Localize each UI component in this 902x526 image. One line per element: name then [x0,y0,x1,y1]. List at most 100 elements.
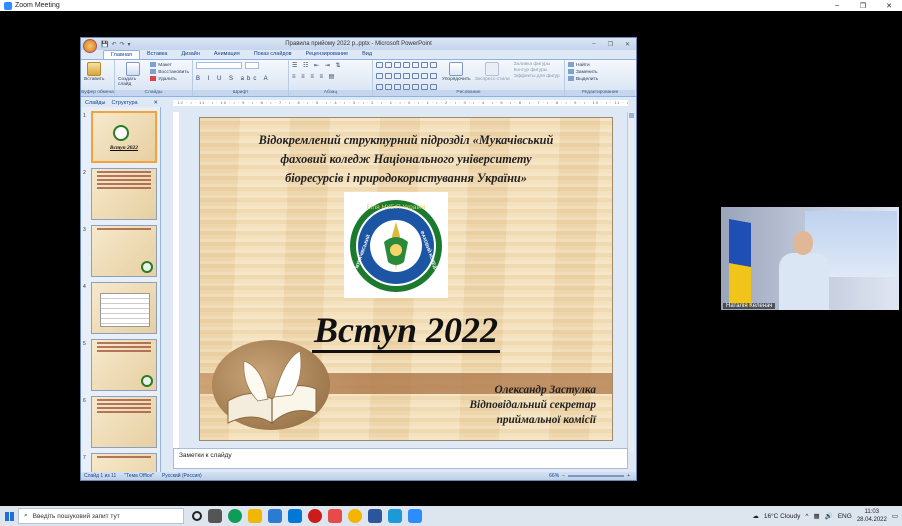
tab-home[interactable]: Главная [103,50,140,59]
participant-video[interactable]: Наталія Келенач [721,207,899,310]
thumb-number: 4 [83,284,86,290]
search-icon: ⌕ [24,512,28,519]
tab-review[interactable]: Рецензирование [299,50,355,59]
ppt-status-bar: Слайд 1 из 11 "Тема Office" Русский (Рос… [81,472,636,480]
slide-thumb-5[interactable] [91,339,157,391]
reset-button[interactable]: Восстановить [150,68,189,76]
slide-canvas[interactable]: Відокремлений структурний підрозділ «Мук… [199,117,613,441]
close-button[interactable]: ✕ [876,2,902,10]
thumb-title: Вступ 2022 [109,145,139,151]
college-logo: Біля НУБіП України МУКАЧІВСЬКИЙ ФАХОВИЙ … [344,192,448,298]
ppt-main-area: Слайды Структура ✕ Вступ 2022 1 2 3 4 5 … [81,98,636,472]
ppt-titlebar: 💾 ↶ ↷ ▾ Правила прийому 2022 р..pptx - M… [81,38,636,53]
mail-icon[interactable] [288,509,302,523]
weather-text[interactable]: 16°C Cloudy [764,513,801,520]
tab-insert[interactable]: Вставка [140,50,174,59]
thumb-number: 7 [83,455,86,461]
quick-access-toolbar: 💾 ↶ ↷ ▾ [101,41,131,48]
zoom-control: 66% − + [549,473,630,479]
pane-close-icon[interactable]: ✕ [153,100,158,106]
zoom-titlebar: Zoom Meeting – ❐ ✕ [0,0,902,11]
maximize-button[interactable]: ❐ [850,2,876,10]
slide-title-text: Вступ 2022 [311,310,501,353]
office-button[interactable] [83,39,97,53]
tab-view[interactable]: Вид [355,50,379,59]
slide-thumb-3[interactable] [91,225,157,277]
opera-icon[interactable] [308,509,322,523]
theme-name: "Тема Office" [124,473,154,479]
slide-thumb-6[interactable] [91,396,157,448]
volume-icon[interactable]: 🔊 [825,512,833,520]
undo-icon[interactable]: ↶ [111,41,116,48]
list-buttons[interactable]: ☰ ☷ ⇤ ⇥ ⇅ [292,62,369,69]
store-icon[interactable] [268,509,282,523]
language-status[interactable]: Русский (Россия) [162,473,202,479]
zoom-in-icon[interactable]: + [627,473,630,479]
align-buttons[interactable]: ≡ ≡ ≡ ≡ ▤ [292,73,369,80]
layout-button[interactable]: Макет [150,62,189,69]
windows-icon [4,511,14,521]
ppt-minimize-button[interactable]: – [592,41,595,48]
ribbon: Вставить Буфер обмена Создать слайд Маке… [81,59,636,97]
replace-button[interactable]: Заменить [568,68,632,76]
thumb-number: 2 [83,170,86,176]
tab-animation[interactable]: Анимация [207,50,247,59]
delete-icon [150,75,157,81]
layout-icon [150,62,157,67]
paste-button[interactable]: Вставить [84,62,104,82]
font-format-buttons[interactable]: B I U S abc A [196,76,285,82]
customize-qat-icon[interactable]: ▾ [128,41,131,48]
chrome-icon[interactable] [348,509,362,523]
tab-outline[interactable]: Структура [111,100,137,106]
delete-slide-button[interactable]: Удалить [150,75,189,83]
app-red-icon[interactable] [328,509,342,523]
replace-label: Заменить [576,69,598,75]
font-size-box[interactable] [244,62,259,69]
slide-thumb-7[interactable] [91,453,157,472]
start-button[interactable] [0,506,18,526]
file-explorer-icon[interactable] [248,509,262,523]
notes-pane[interactable]: Заметки к слайду [173,448,628,469]
tab-design[interactable]: Дизайн [174,50,207,59]
tab-slideshow[interactable]: Показ слайдов [247,50,299,59]
drawing-group-label: Рисование [373,90,564,96]
slide-thumb-4[interactable] [91,282,157,334]
taskbar-search[interactable]: ⌕ Введіть пошуковий запит тут [18,508,184,524]
redo-icon[interactable]: ↷ [120,41,125,48]
slide-thumb-2[interactable] [91,168,157,220]
word-icon[interactable] [368,509,382,523]
tab-slides[interactable]: Слайды [85,100,105,106]
slide-thumb-1[interactable]: Вступ 2022 [91,111,157,163]
clock[interactable]: 11:03 28.04.2022 [857,508,887,524]
font-name-box[interactable] [196,62,242,69]
zoom-app-icon [4,1,12,10]
cortana-icon[interactable] [192,511,202,521]
zoom-level[interactable]: 66% [549,473,559,479]
zoom-out-icon[interactable]: − [562,473,565,479]
thumb-number: 3 [83,227,86,233]
select-button[interactable]: Выделить [568,75,632,83]
shape-effects-button[interactable]: Эффекты для фигур [514,74,560,80]
network-icon[interactable]: ▦ [813,512,819,520]
find-button[interactable]: Найти [568,62,632,69]
task-view-icon[interactable] [208,509,222,523]
thumb-logo-icon [141,375,153,387]
vertical-scrollbar[interactable] [627,112,634,452]
zoom-slider[interactable] [568,475,625,477]
search-placeholder: Введіть пошуковий запит тут [32,512,120,520]
language-indicator[interactable]: ENG [838,513,852,520]
app-blue-icon[interactable] [388,509,402,523]
group-editing: Найти Заменить Выделить Редактирование [565,60,635,96]
zoom-taskbar-icon[interactable] [408,509,422,523]
tray-chevron-icon[interactable]: ^ [805,513,808,520]
minimize-button[interactable]: – [824,2,850,10]
notification-icon[interactable]: ▭ [892,512,898,520]
vertical-ruler [173,112,179,452]
ppt-close-button[interactable]: ✕ [625,41,630,48]
save-icon[interactable]: 💾 [101,41,108,48]
ppt-restore-button[interactable]: ❐ [608,41,613,48]
new-slide-label: Создать слайд [118,77,137,87]
header-line-2: фаховий коледж Національного університет… [280,152,532,166]
thumb-number: 6 [83,398,86,404]
edge-icon[interactable] [228,509,242,523]
